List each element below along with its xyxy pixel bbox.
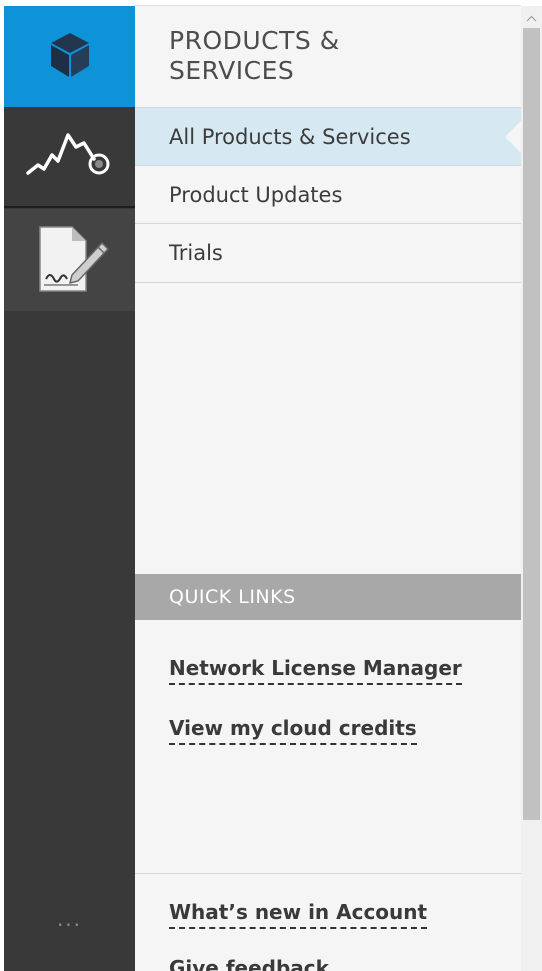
- scrollbar-thumb[interactable]: [523, 28, 540, 820]
- network-license-manager-link[interactable]: Network License Manager: [169, 656, 462, 685]
- account-app: ... PRODUCTS & SERVICES All Products & S…: [0, 0, 542, 971]
- usage-graph-icon: [22, 125, 118, 189]
- rail-item-contracts[interactable]: [4, 209, 135, 311]
- contract-signature-icon: [28, 221, 112, 299]
- icon-rail: ...: [4, 6, 135, 971]
- nav-item-label: All Products & Services: [169, 125, 411, 149]
- page-title-line-1: PRODUCTS &: [169, 26, 340, 55]
- cube-icon: [48, 31, 92, 83]
- rail-item-products[interactable]: [4, 6, 135, 107]
- section-nav: All Products & Services Product Updates …: [135, 107, 522, 283]
- rail-item-usage[interactable]: [4, 107, 135, 208]
- vertical-scrollbar[interactable]: [521, 6, 542, 971]
- more-menu[interactable]: ...: [4, 904, 135, 934]
- quick-links-header: QUICK LINKS: [135, 574, 521, 620]
- page-title-line-2: SERVICES: [169, 56, 295, 85]
- chevron-up-icon: [526, 7, 537, 26]
- page-title: PRODUCTS & SERVICES: [169, 26, 469, 86]
- footer-divider: [135, 873, 521, 874]
- scroll-up-button[interactable]: [521, 6, 542, 26]
- nav-item-product-updates[interactable]: Product Updates: [135, 165, 521, 223]
- give-feedback-link[interactable]: Give feedback: [169, 956, 329, 971]
- active-indicator: [505, 120, 522, 154]
- whats-new-link[interactable]: What’s new in Account: [169, 900, 428, 929]
- nav-item-label: Product Updates: [169, 183, 343, 207]
- nav-item-label: Trials: [169, 241, 223, 265]
- products-services-panel: PRODUCTS & SERVICES All Products & Servi…: [135, 6, 522, 971]
- nav-item-trials[interactable]: Trials: [135, 223, 521, 283]
- nav-item-all-products-services[interactable]: All Products & Services: [135, 107, 522, 165]
- view-cloud-credits-link[interactable]: View my cloud credits: [169, 716, 417, 745]
- more-icon: ...: [56, 907, 83, 931]
